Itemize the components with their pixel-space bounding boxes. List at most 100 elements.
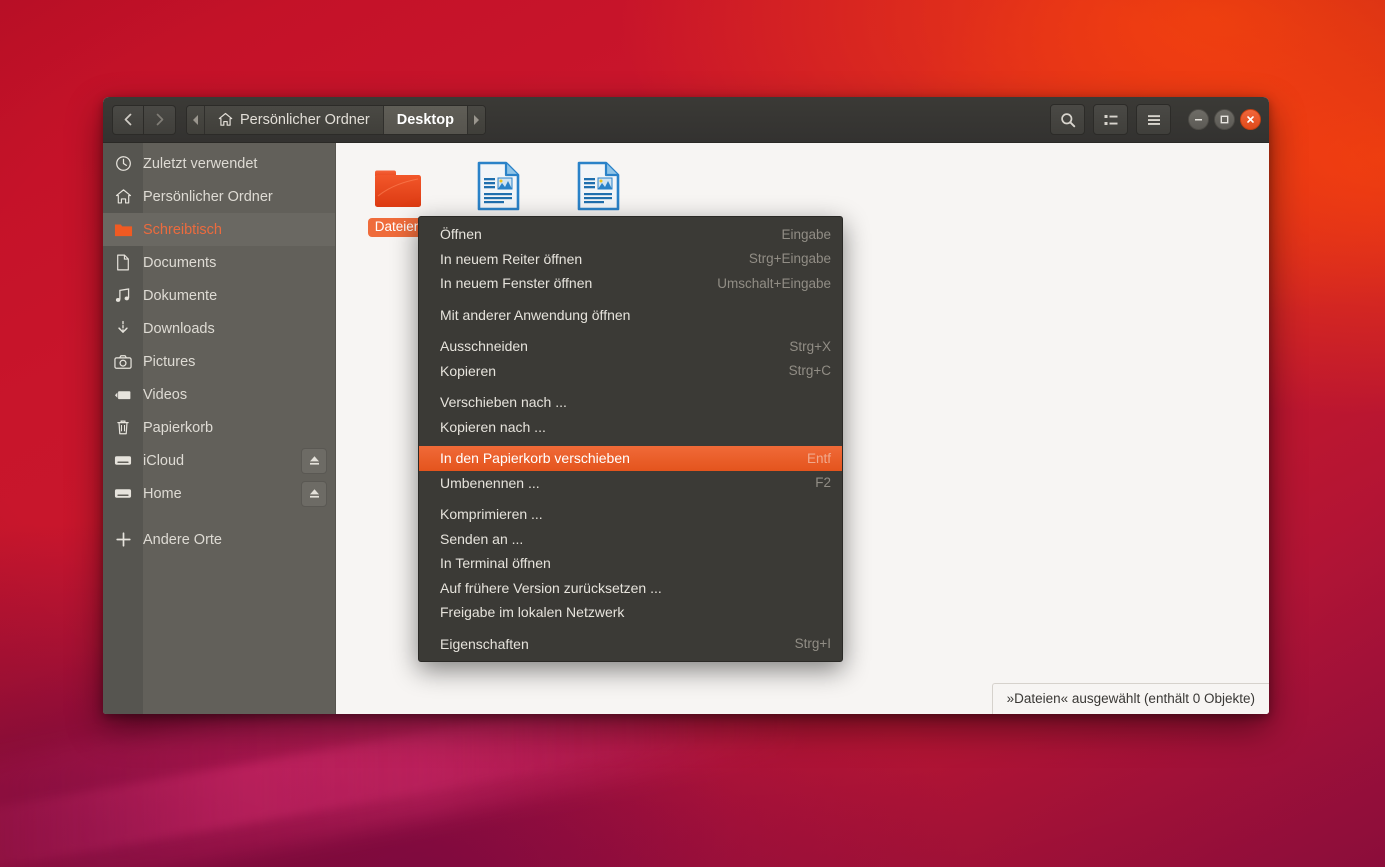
sidebar-divider bbox=[103, 510, 335, 523]
menu-item-umbenennen[interactable]: Umbenennen ... F2 bbox=[419, 471, 842, 496]
menu-item-label: Eigenschaften bbox=[440, 635, 529, 652]
menu-item-eigenschaften[interactable]: Eigenschaften Strg+I bbox=[419, 632, 842, 657]
menu-item-mit-anderer-anwendung-oeffnen[interactable]: Mit anderer Anwendung öffnen bbox=[419, 303, 842, 328]
sidebar-item-pictures[interactable]: Pictures bbox=[103, 345, 335, 378]
sidebar-item-videos[interactable]: Videos bbox=[103, 378, 335, 411]
breadcrumb-scroll-left[interactable] bbox=[187, 105, 205, 134]
menu-item-label: Kopieren nach ... bbox=[440, 418, 546, 435]
header-actions bbox=[1050, 104, 1261, 135]
sidebar-item-downloads[interactable]: Downloads bbox=[103, 312, 335, 345]
eject-icon bbox=[308, 487, 321, 500]
eject-button[interactable] bbox=[301, 480, 327, 507]
status-text: »Dateien« ausgewählt (enthält 0 Objekte) bbox=[1006, 691, 1255, 706]
menu-item-freigabe-im-lokalen-netzwerk[interactable]: Freigabe im lokalen Netzwerk bbox=[419, 600, 842, 625]
sidebar-item-label: iCloud bbox=[143, 452, 185, 469]
menu-item-verschieben-nach[interactable]: Verschieben nach ... bbox=[419, 390, 842, 415]
menu-item-label: Kopieren bbox=[440, 362, 497, 379]
menu-item-label: In neuem Reiter öffnen bbox=[440, 250, 583, 267]
sidebar-item-label: Dokumente bbox=[143, 287, 218, 304]
drive-icon bbox=[103, 487, 143, 500]
folder-icon bbox=[103, 221, 143, 238]
sidebar-item-andere-orte[interactable]: Andere Orte bbox=[103, 523, 335, 556]
sidebar-item-icloud[interactable]: iCloud bbox=[103, 444, 335, 477]
writer-document-icon bbox=[576, 159, 621, 211]
menu-item-accel: Umschalt+Eingabe bbox=[717, 275, 831, 291]
menu-item-komprimieren[interactable]: Komprimieren ... bbox=[419, 502, 842, 527]
minimize-icon bbox=[1193, 114, 1204, 125]
sidebar-item-label: Papierkorb bbox=[143, 419, 214, 436]
sidebar-item-documents[interactable]: Documents bbox=[103, 246, 335, 279]
menu-item-in-neuem-fenster-oeffnen[interactable]: In neuem Fenster öffnen Umschalt+Eingabe bbox=[419, 271, 842, 296]
sidebar-item-recent[interactable]: Zuletzt verwendet bbox=[103, 147, 335, 180]
menu-item-kopieren-nach[interactable]: Kopieren nach ... bbox=[419, 415, 842, 440]
maximize-icon bbox=[1219, 114, 1230, 125]
breadcrumb-item-desktop[interactable]: Desktop bbox=[383, 105, 468, 134]
clock-icon bbox=[103, 155, 143, 172]
document-icon bbox=[103, 254, 143, 271]
drive-icon bbox=[103, 454, 143, 467]
menu-item-auf-fruehere-version-zuruecksetzen[interactable]: Auf frühere Version zurücksetzen ... bbox=[419, 576, 842, 601]
menu-item-oeffnen[interactable]: Öffnen Eingabe bbox=[419, 222, 842, 247]
menu-item-label: Verschieben nach ... bbox=[440, 394, 567, 411]
context-menu: Öffnen Eingabe In neuem Reiter öffnen St… bbox=[418, 216, 843, 662]
menu-item-label: Komprimieren ... bbox=[440, 506, 543, 523]
sidebar-item-home[interactable]: Persönlicher Ordner bbox=[103, 180, 335, 213]
navigation-buttons bbox=[112, 104, 176, 135]
menu-item-accel: Strg+C bbox=[788, 363, 831, 379]
window-controls bbox=[1188, 109, 1261, 130]
menu-item-senden-an[interactable]: Senden an ... bbox=[419, 527, 842, 552]
sidebar-item-home-drive[interactable]: Home bbox=[103, 477, 335, 510]
menu-separator bbox=[419, 327, 842, 334]
menu-item-kopieren[interactable]: Kopieren Strg+C bbox=[419, 359, 842, 384]
menu-item-label: Mit anderer Anwendung öffnen bbox=[440, 306, 631, 323]
menu-item-in-terminal-oeffnen[interactable]: In Terminal öffnen bbox=[419, 551, 842, 576]
menu-item-label: Senden an ... bbox=[440, 530, 524, 547]
back-button[interactable] bbox=[112, 104, 144, 135]
menu-item-accel: Strg+X bbox=[789, 338, 831, 354]
sidebar-item-label: Andere Orte bbox=[143, 531, 222, 548]
breadcrumb-label: Persönlicher Ordner bbox=[240, 111, 370, 128]
main-menu-button[interactable] bbox=[1136, 104, 1171, 135]
camera-icon bbox=[103, 354, 143, 370]
view-options-button[interactable] bbox=[1093, 104, 1128, 135]
menu-item-ausschneiden[interactable]: Ausschneiden Strg+X bbox=[419, 334, 842, 359]
menu-item-label: Umbenennen ... bbox=[440, 474, 540, 491]
forward-button[interactable] bbox=[144, 104, 176, 135]
breadcrumb: Persönlicher Ordner Desktop bbox=[186, 104, 486, 135]
breadcrumb-scroll-right[interactable] bbox=[467, 105, 485, 134]
menu-item-label: Ausschneiden bbox=[440, 338, 528, 355]
breadcrumb-label: Desktop bbox=[396, 111, 454, 128]
trash-icon bbox=[103, 419, 143, 436]
eject-button[interactable] bbox=[301, 447, 327, 474]
sidebar-item-papierkorb[interactable]: Papierkorb bbox=[103, 411, 335, 444]
sidebar-item-schreibtisch[interactable]: Schreibtisch bbox=[103, 213, 335, 246]
search-button[interactable] bbox=[1050, 104, 1085, 135]
sidebar-item-label: Videos bbox=[143, 386, 188, 403]
menu-item-label: In Terminal öffnen bbox=[440, 555, 551, 572]
music-icon bbox=[103, 287, 143, 304]
plus-icon bbox=[103, 531, 143, 548]
writer-document-icon bbox=[476, 159, 521, 211]
menu-item-in-neuem-reiter-oeffnen[interactable]: In neuem Reiter öffnen Strg+Eingabe bbox=[419, 247, 842, 272]
maximize-button[interactable] bbox=[1214, 109, 1235, 130]
home-icon bbox=[103, 188, 143, 205]
close-button[interactable] bbox=[1240, 109, 1261, 130]
sidebar-item-label: Schreibtisch bbox=[143, 221, 222, 238]
close-icon bbox=[1245, 114, 1256, 125]
menu-item-accel: Entf bbox=[806, 450, 831, 466]
sidebar-item-label: Zuletzt verwendet bbox=[143, 155, 258, 172]
menu-item-in-den-papierkorb-verschieben[interactable]: In den Papierkorb verschieben Entf bbox=[419, 446, 842, 471]
menu-item-label: Öffnen bbox=[440, 226, 482, 243]
sidebar-item-label: Pictures bbox=[143, 353, 196, 370]
menu-separator bbox=[419, 439, 842, 446]
download-icon bbox=[103, 320, 143, 337]
sidebar-item-label: Persönlicher Ordner bbox=[143, 188, 273, 205]
menu-item-label: Auf frühere Version zurücksetzen ... bbox=[440, 579, 662, 596]
sidebar-item-dokumente[interactable]: Dokumente bbox=[103, 279, 335, 312]
breadcrumb-item-home[interactable]: Persönlicher Ordner bbox=[205, 105, 384, 134]
view-list-icon bbox=[1103, 112, 1119, 128]
hamburger-icon bbox=[1146, 112, 1162, 128]
menu-item-accel: Strg+I bbox=[794, 636, 831, 652]
minimize-button[interactable] bbox=[1188, 109, 1209, 130]
menu-item-label: In den Papierkorb verschieben bbox=[440, 450, 630, 467]
